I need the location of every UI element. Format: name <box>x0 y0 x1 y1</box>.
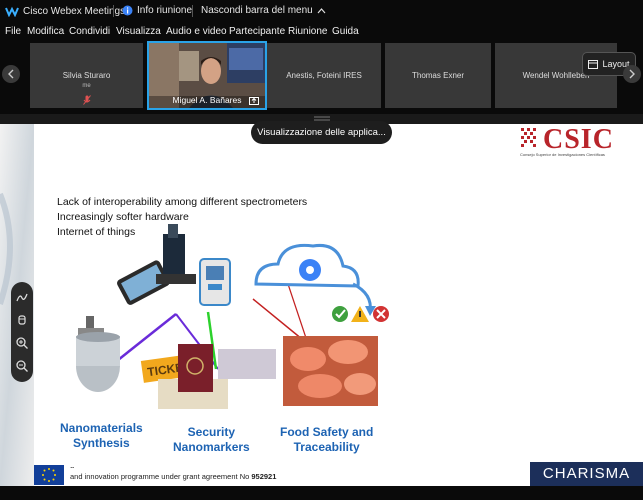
menu-riunione[interactable]: Riunione <box>288 26 327 37</box>
csic-logo-subtitle: Consejo Superior de Investigaciones Cien… <box>520 152 605 157</box>
bottom-bar <box>0 486 643 500</box>
participant-tile-active-speaker[interactable]: Miguel A. Bañares <box>147 41 267 110</box>
pointer-icon[interactable] <box>15 313 29 327</box>
csic-logo: CSIC Consejo Superior de Investigaciones… <box>519 124 643 158</box>
zoom-out-icon[interactable] <box>15 359 29 373</box>
layout-icon <box>588 59 599 69</box>
participant-tile[interactable]: Silvia Sturaro me <box>30 43 143 108</box>
menu-modifica[interactable]: Modifica <box>27 26 64 37</box>
app-title-text: Cisco Webex Meetings <box>23 5 126 17</box>
label-security: Security Nanomarkers <box>173 425 250 454</box>
menu-audio-video[interactable]: Audio e video <box>166 26 227 37</box>
share-icon <box>249 97 259 105</box>
chevron-up-icon <box>317 8 326 14</box>
scroll-right-button[interactable] <box>623 65 641 83</box>
menu-file[interactable]: File <box>5 26 21 37</box>
participant-name: Thomas Exner <box>411 71 465 80</box>
title-bar: Cisco Webex Meetings Info riunione Nasco… <box>0 0 643 22</box>
annotation-toolbar <box>11 282 33 382</box>
zoom-in-icon[interactable] <box>15 336 29 350</box>
bullet-line: Lack of interoperability among different… <box>57 196 308 208</box>
charisma-logo: CHARISMA <box>530 462 643 486</box>
grant-footer: g and innovation programme under grant a… <box>70 464 277 481</box>
hide-menu-button[interactable]: Nascondi barra del menu <box>201 5 326 16</box>
label-nanomaterials: Nanomaterials Synthesis <box>60 421 143 450</box>
participant-name: Silvia Sturaro <box>62 71 111 80</box>
webex-logo-icon <box>5 6 19 17</box>
shared-content: CSIC Consejo Superior de Investigaciones… <box>0 124 643 486</box>
label-food-safety: Food Safety and Traceability <box>280 425 374 454</box>
annotate-icon[interactable] <box>15 290 29 304</box>
chevron-left-icon <box>8 69 14 79</box>
scroll-left-button[interactable] <box>2 65 20 83</box>
participant-name: Anestis, Foteini IRES <box>286 71 362 80</box>
info-icon <box>122 5 133 16</box>
menu-condividi[interactable]: Condividi <box>69 26 110 37</box>
menu-guida[interactable]: Guida <box>332 26 359 37</box>
menu-bar: File Modifica Condividi Visualizza Audio… <box>0 22 643 40</box>
participant-tile[interactable]: Anestis, Foteini IRES <box>267 43 381 108</box>
sharing-toast[interactable]: Visualizzazione delle applica... <box>251 121 392 144</box>
participant-name: Miguel A. Bañares <box>172 95 242 105</box>
chevron-right-icon <box>629 69 635 79</box>
participant-self-label: me <box>82 83 91 89</box>
eu-flag-icon <box>34 465 64 485</box>
participant-strip: Silvia Sturaro me Miguel A. Bañares Anes… <box>0 40 643 114</box>
participant-tile[interactable]: Thomas Exner <box>385 43 491 108</box>
info-button[interactable]: Info riunione <box>122 5 192 16</box>
menu-visualizza[interactable]: Visualizza <box>116 26 161 37</box>
app-title: Cisco Webex Meetings <box>5 5 125 17</box>
slide-illustration: TICKET <box>76 224 389 409</box>
mic-muted-icon <box>83 95 91 105</box>
menu-partecipante[interactable]: Partecipante <box>229 26 285 37</box>
grant-number: 952921 <box>251 472 277 481</box>
csic-emblem <box>519 126 539 148</box>
bullet-line: Increasingly softer hardware <box>57 211 189 223</box>
